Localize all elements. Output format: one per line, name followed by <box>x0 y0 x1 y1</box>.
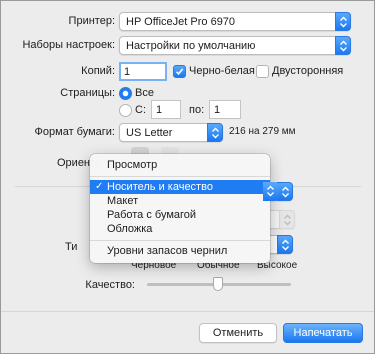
copies-label: Копий: <box>81 65 115 77</box>
checkmark-icon: ✓ <box>95 181 104 192</box>
quality-label: Качество: <box>85 279 135 291</box>
pages-all-radio[interactable] <box>119 87 132 100</box>
menu-item-preview[interactable]: Просмотр <box>90 158 270 172</box>
paper-label: Формат бумаги: <box>34 126 115 138</box>
duplex-label: Двусторонняя <box>272 65 344 77</box>
updown-chevron-icon <box>207 123 223 142</box>
paper-value: US Letter <box>126 127 173 139</box>
menu-item-cover[interactable]: Обложка <box>90 222 270 236</box>
paper-popup[interactable]: US Letter <box>119 123 223 142</box>
menu-item-media-quality[interactable]: ✓ Носитель и качество <box>90 180 270 194</box>
updown-chevron-icon <box>277 182 293 201</box>
bw-checkbox[interactable] <box>173 65 186 78</box>
duplex-checkbox[interactable] <box>256 65 269 78</box>
presets-popup[interactable]: Настройки по умолчанию <box>119 36 351 55</box>
print-dialog: Принтер: HP OfficeJet Pro 6970 Наборы на… <box>0 0 375 354</box>
pages-all-label: Все <box>135 87 154 99</box>
printer-value: HP OfficeJet Pro 6970 <box>126 16 236 28</box>
menu-item-ink-levels[interactable]: Уровни запасов чернил <box>90 244 270 258</box>
pages-range-radio[interactable] <box>119 104 132 117</box>
printer-popup[interactable]: HP OfficeJet Pro 6970 <box>119 12 351 31</box>
copies-value: 1 <box>124 66 131 78</box>
updown-chevron-icon <box>277 235 293 254</box>
updown-chevron-icon <box>263 182 279 201</box>
presets-label: Наборы настроек: <box>22 39 115 51</box>
quality-slider-knob[interactable] <box>213 277 223 291</box>
menu-item-layout[interactable]: Макет <box>90 194 270 208</box>
pages-from-label: С: <box>135 104 146 116</box>
printer-label: Принтер: <box>68 15 115 27</box>
menu-item-paper-handling[interactable]: Работа с бумагой <box>90 208 270 222</box>
menu-separator <box>90 240 270 241</box>
section-dropdown-menu: Просмотр ✓ Носитель и качество Макет Рабо… <box>90 154 270 263</box>
updown-chevron-icon <box>279 210 295 229</box>
paper-size-text: 216 на 279 мм <box>229 126 296 137</box>
pages-to-value: 1 <box>214 104 221 116</box>
checkmark-icon <box>175 68 184 75</box>
menu-separator <box>90 176 270 177</box>
media-type-label-partial: Ти <box>65 241 78 253</box>
pages-from-input[interactable]: 1 <box>151 100 181 119</box>
separator <box>1 311 374 312</box>
pages-from-value: 1 <box>156 104 163 116</box>
pages-label: Страницы: <box>60 87 115 99</box>
pages-to-input[interactable]: 1 <box>209 100 241 119</box>
updown-chevron-icon <box>335 36 351 55</box>
cancel-button[interactable]: Отменить <box>199 323 277 343</box>
updown-chevron-icon <box>335 12 351 31</box>
presets-value: Настройки по умолчанию <box>126 40 256 52</box>
bw-label: Черно-белая <box>189 65 255 77</box>
copies-input[interactable]: 1 <box>119 62 167 81</box>
pages-to-label: по: <box>189 104 205 116</box>
print-button[interactable]: Напечатать <box>283 323 363 343</box>
